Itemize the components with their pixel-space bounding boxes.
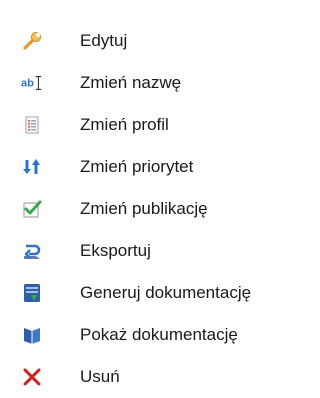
rename-icon: ab [21, 72, 43, 94]
menu-item-label: Zmień priorytet [80, 157, 194, 176]
delete-x-icon [21, 366, 43, 388]
publish-checkmark-icon [21, 198, 43, 220]
menu-item-show-documentation[interactable]: Pokaż dokumentację [0, 314, 297, 356]
menu-item-generate-documentation[interactable]: Generuj dokumentację [0, 272, 297, 314]
wrench-icon [21, 30, 43, 52]
menu-item-label: Eksportuj [80, 241, 151, 260]
menu-item-delete[interactable]: Usuń [0, 356, 297, 398]
priority-arrows-icon [21, 156, 43, 178]
menu-item-label: Usuń [80, 367, 120, 386]
menu-item-label: Zmień publikację [80, 199, 208, 218]
book-icon [21, 324, 43, 346]
context-menu: Edytuj ab Zmień nazwę Zmień profil Zmień… [0, 20, 297, 398]
menu-item-export[interactable]: Eksportuj [0, 230, 297, 272]
menu-item-change-priority[interactable]: Zmień priorytet [0, 146, 297, 188]
export-arrow-icon [21, 240, 43, 262]
generate-documentation-icon [21, 282, 43, 304]
menu-item-change-publication[interactable]: Zmień publikację [0, 188, 297, 230]
menu-item-label: Zmień profil [80, 115, 169, 134]
svg-text:ab: ab [21, 78, 34, 90]
menu-item-label: Edytuj [80, 31, 128, 50]
menu-item-label: Zmień nazwę [80, 73, 182, 92]
profile-document-icon [21, 114, 43, 136]
menu-item-change-profile[interactable]: Zmień profil [0, 104, 297, 146]
menu-item-rename[interactable]: ab Zmień nazwę [0, 62, 297, 104]
menu-item-label: Pokaż dokumentację [80, 325, 238, 344]
menu-item-label: Generuj dokumentację [80, 283, 252, 302]
menu-item-edit[interactable]: Edytuj [0, 20, 297, 62]
